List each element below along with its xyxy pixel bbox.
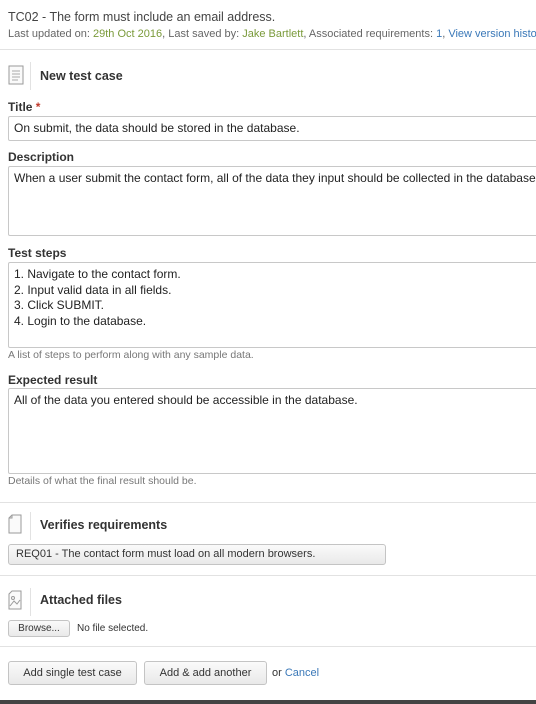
expected-result-hint: Details of what the final result should … [8,475,197,487]
bottom-border [0,700,536,704]
browse-button[interactable]: Browse... [8,620,70,637]
description-textarea[interactable]: When a user submit the contact form, all… [8,166,536,236]
test-step-line: 2. Input valid data in all fields. [14,282,172,297]
last-saved-user[interactable]: Jake Bartlett [242,28,303,40]
or-text: or Cancel [272,667,319,679]
test-steps-hint: A list of steps to perform along with an… [8,349,254,361]
view-version-history-link[interactable]: View version history [448,28,536,40]
title-label: Title * [8,100,40,114]
requirement-page-icon [8,514,22,539]
icon-divider [30,512,31,540]
test-step-line: 1. Navigate to the contact form. [14,267,181,281]
divider [0,502,536,503]
description-label: Description [8,150,75,164]
test-case-title: TC02 - The form must include an email ad… [8,10,276,24]
associated-requirements-label: , Associated requirements: [303,28,437,40]
last-updated-label: Last updated on: [8,28,94,40]
required-marker: * [35,100,41,114]
divider [0,646,536,647]
expected-result-label: Expected result [8,373,98,387]
test-case-meta: Last updated on: 29th Oct 2016, Last sav… [8,28,536,40]
title-input[interactable]: On submit, the data should be stored in … [8,116,536,141]
or-label: or [272,667,282,679]
add-and-add-another-button[interactable]: Add & add another [144,661,267,685]
expected-result-textarea[interactable]: All of the data you entered should be ac… [8,388,536,474]
test-steps-label: Test steps [8,246,67,260]
last-updated-date: 29th Oct 2016 [93,28,163,40]
icon-divider [30,588,31,616]
cancel-link[interactable]: Cancel [285,667,319,679]
add-single-test-case-button[interactable]: Add single test case [8,661,137,685]
icon-divider [30,62,31,90]
test-steps-textarea[interactable]: 1. Navigate to the contact form. 2. Inpu… [8,262,536,348]
form-heading: New test case [40,69,123,83]
document-icon [8,65,24,90]
divider [0,49,536,50]
requirement-tag[interactable]: REQ01 - The contact form must load on al… [8,544,386,565]
verifies-requirements-heading: Verifies requirements [40,518,168,532]
attached-files-heading: Attached files [40,593,122,607]
file-status: No file selected. [77,623,149,634]
title-label-text: Title [8,100,33,114]
last-saved-label: , Last saved by: [162,28,243,40]
test-step-line: 4. Login to the database. [14,313,147,328]
image-file-icon [8,590,22,615]
test-step-line: 3. Click SUBMIT. [14,298,105,312]
divider [0,575,536,576]
